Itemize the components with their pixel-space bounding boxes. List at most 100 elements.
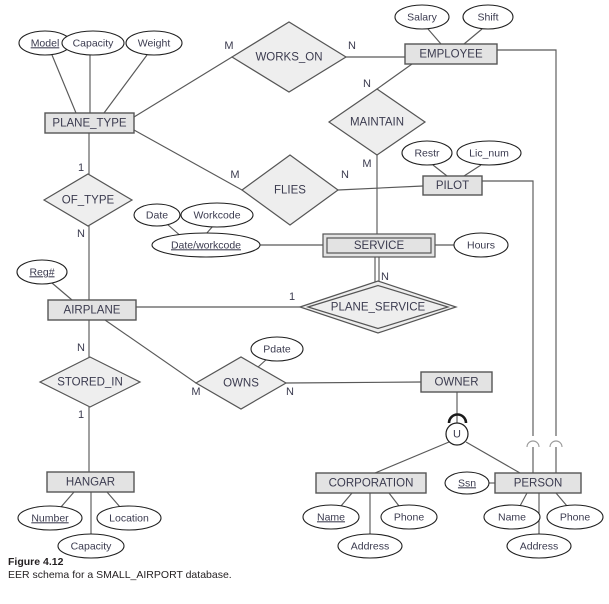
attribute-weight[interactable]: Weight — [125, 30, 183, 56]
cardinality-c4: M — [362, 158, 371, 170]
attribute-label-capacity_pt: Capacity — [73, 37, 115, 49]
entity-hangar[interactable]: HANGAR — [46, 471, 135, 493]
attribute-lic_num[interactable]: Lic_num — [456, 140, 522, 166]
attribute-shift[interactable]: Shift — [462, 4, 514, 30]
cardinality-c11: N — [77, 342, 85, 354]
attribute-label-corp_name: Name — [317, 511, 345, 523]
line-planetype-flies — [133, 129, 243, 191]
attribute-pdate[interactable]: Pdate — [250, 336, 304, 362]
line-restr-pilot — [432, 164, 448, 177]
attribute-location[interactable]: Location — [96, 505, 162, 531]
relationship-label-stored_in: STORED_IN — [57, 377, 123, 389]
attribute-label-salary: Salary — [407, 11, 438, 23]
eer-diagram: WORKS_ON MAINTAIN FLIES OF_TYPE PLANE_SERVIC… — [16, 4, 604, 559]
relationship-plane_service[interactable]: PLANE_SERVICE — [298, 280, 458, 334]
line-corpphone-corporation — [388, 492, 400, 507]
attribute-corp_address[interactable]: Address — [337, 533, 403, 559]
cardinality-c6: N — [341, 169, 349, 181]
figure-caption: Figure 4.12 EER schema for a SMALL_AIRPO… — [8, 556, 438, 582]
entities-layer: PLANE_TYPE EMPLOYEE PILOT SERVICE AIRPLANE OW… — [44, 43, 582, 494]
entity-service[interactable]: SERVICE — [322, 233, 436, 258]
entity-label-corporation: CORPORATION — [329, 478, 414, 490]
line-union-person — [465, 441, 521, 474]
line-employee-person — [497, 49, 557, 473]
line-shift-employee — [463, 28, 483, 45]
union-node[interactable]: U — [445, 422, 469, 446]
line-union-corporation — [374, 441, 450, 474]
attribute-label-weight: Weight — [138, 37, 171, 49]
attribute-label-pdate: Pdate — [263, 343, 291, 355]
line-location-hangar — [106, 491, 121, 508]
entity-plane_type[interactable]: PLANE_TYPE — [44, 112, 135, 134]
entity-label-plane_type: PLANE_TYPE — [52, 118, 126, 130]
figure-subtitle: EER schema for a SMALL_AIRPORT database. — [8, 569, 232, 581]
cardinality-c12: 1 — [78, 409, 84, 421]
attribute-corp_phone[interactable]: Phone — [380, 504, 438, 530]
attribute-pers_phone[interactable]: Phone — [546, 504, 604, 530]
cardinality-c13: M — [191, 386, 200, 398]
attribute-restr[interactable]: Restr — [401, 140, 453, 166]
attribute-label-number: Number — [31, 512, 69, 524]
line-number-hangar — [60, 491, 75, 508]
entity-label-service: SERVICE — [354, 240, 405, 252]
attribute-label-hours: Hours — [467, 239, 495, 251]
cardinality-c3: N — [363, 78, 371, 90]
attribute-label-pers_name: Name — [498, 511, 526, 523]
line-corpname-corporation — [340, 492, 353, 507]
attribute-workcode[interactable]: Workcode — [180, 202, 254, 228]
attribute-capacity_pt[interactable]: Capacity — [61, 30, 125, 56]
attribute-pers_name[interactable]: Name — [483, 504, 541, 530]
entity-pilot[interactable]: PILOT — [422, 175, 483, 196]
relationship-of_type[interactable]: OF_TYPE — [42, 173, 134, 227]
attribute-label-shift: Shift — [477, 11, 498, 23]
attribute-date[interactable]: Date — [133, 203, 181, 227]
attribute-label-reg_num: Reg# — [29, 266, 54, 278]
attribute-label-capacity_h: Capacity — [71, 540, 113, 552]
entity-airplane[interactable]: AIRPLANE — [47, 299, 137, 321]
attribute-date_workcode[interactable]: Date/workcode — [151, 232, 261, 258]
entity-corporation[interactable]: CORPORATION — [315, 472, 427, 494]
relationship-flies[interactable]: FLIES — [240, 154, 340, 226]
cardinality-c2: N — [348, 40, 356, 52]
line-hop-arcs — [526, 440, 563, 448]
attribute-label-corp_address: Address — [351, 540, 390, 552]
cardinality-c8: N — [77, 228, 85, 240]
entity-owner[interactable]: OWNER — [420, 371, 493, 393]
relationship-works_on[interactable]: WORKS_ON — [230, 21, 348, 93]
relationship-owns[interactable]: OWNS — [194, 356, 288, 410]
attribute-hours[interactable]: Hours — [453, 232, 509, 258]
line-persphone-person — [555, 492, 568, 507]
attribute-number[interactable]: Number — [17, 505, 83, 531]
attribute-salary[interactable]: Salary — [394, 4, 450, 30]
union-layer: U — [445, 422, 469, 446]
attribute-reg_num[interactable]: Reg# — [16, 259, 68, 285]
attribute-label-date: Date — [146, 209, 168, 221]
attribute-label-model: Model — [31, 37, 60, 49]
line-hop-employee — [549, 440, 563, 448]
entity-person[interactable]: PERSON — [494, 472, 582, 494]
line-model-planetype — [51, 54, 77, 114]
entity-label-person: PERSON — [514, 478, 563, 490]
attribute-label-corp_phone: Phone — [394, 511, 425, 523]
attribute-corp_name[interactable]: Name — [302, 504, 360, 530]
attribute-label-workcode: Workcode — [193, 209, 240, 221]
attribute-ssn[interactable]: Ssn — [444, 471, 490, 495]
cardinality-c5: M — [230, 169, 239, 181]
entity-employee[interactable]: EMPLOYEE — [404, 43, 498, 65]
relationship-label-of_type: OF_TYPE — [62, 195, 115, 207]
attribute-capacity_h[interactable]: Capacity — [57, 533, 125, 559]
entity-label-pilot: PILOT — [436, 180, 469, 192]
relationship-stored_in[interactable]: STORED_IN — [38, 356, 142, 408]
attribute-label-pers_address: Address — [520, 540, 559, 552]
relationship-label-works_on: WORKS_ON — [255, 52, 322, 64]
connector-lines — [51, 28, 568, 534]
attribute-pers_address[interactable]: Address — [506, 533, 572, 559]
relationship-label-maintain: MAINTAIN — [350, 117, 404, 129]
line-planetype-workson — [133, 56, 233, 118]
attribute-label-lic_num: Lic_num — [469, 147, 509, 159]
line-employee-maintain — [376, 63, 413, 90]
line-regnum-airplane — [51, 282, 73, 301]
relationship-label-owns: OWNS — [223, 378, 259, 390]
relationship-label-flies: FLIES — [274, 185, 306, 197]
attribute-label-date_workcode: Date/workcode — [171, 239, 241, 251]
